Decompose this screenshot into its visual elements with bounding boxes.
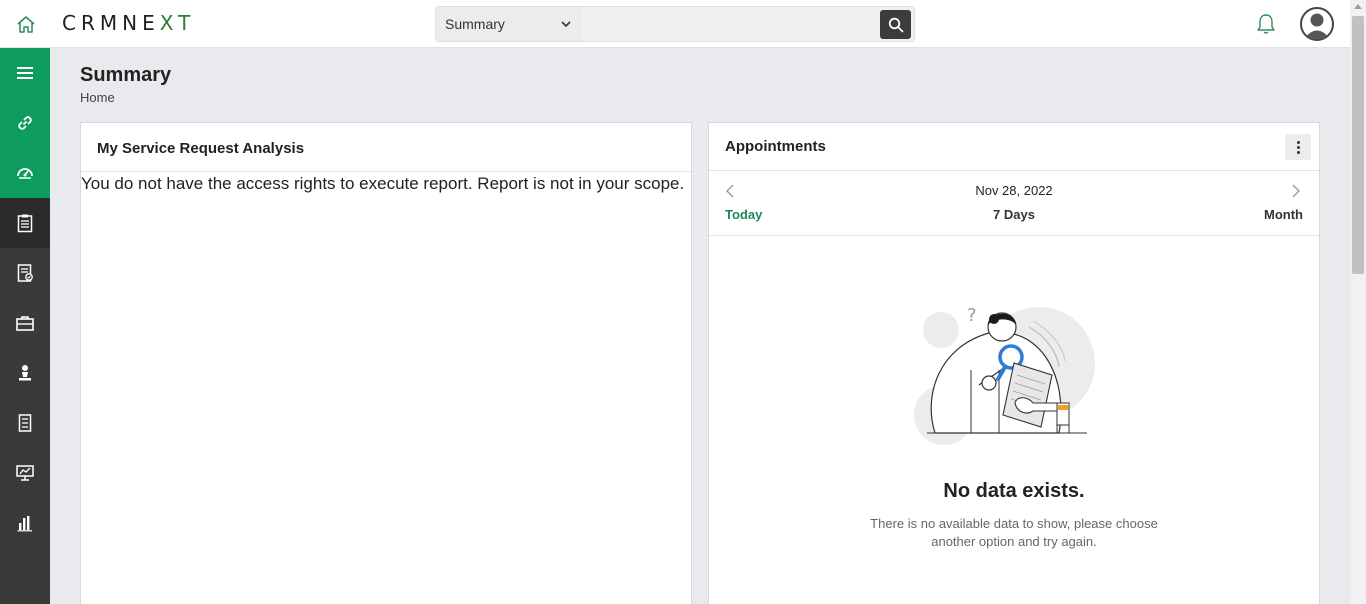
sidebar [0, 48, 50, 604]
sidebar-item-ledger[interactable] [0, 398, 50, 448]
sidebar-item-presentations[interactable] [0, 448, 50, 498]
kebab-dot [1296, 150, 1300, 154]
view-today-tab[interactable]: Today [725, 207, 762, 222]
notifications-bell-icon[interactable] [1255, 12, 1277, 36]
top-bar: CRMNEXT Summary [0, 0, 1350, 48]
search-input[interactable] [584, 7, 878, 41]
card-divider [709, 170, 1319, 171]
empty-state-description: There is no available data to show, plea… [870, 516, 1158, 549]
sidebar-item-menu[interactable] [0, 48, 50, 98]
user-lamp-icon [19, 365, 31, 381]
view-week-wrapper: 7 Days [709, 207, 1319, 222]
bar-chart-icon [17, 516, 32, 532]
user-avatar[interactable] [1300, 7, 1334, 41]
global-search: Summary [435, 6, 915, 42]
access-denied-message: You do not have the access rights to exe… [81, 174, 685, 193]
kebab-dot [1296, 145, 1300, 149]
sidebar-item-links[interactable] [0, 98, 50, 148]
home-icon[interactable] [12, 12, 40, 36]
sidebar-item-analytics[interactable] [0, 498, 50, 548]
calendar-date: Nov 28, 2022 [975, 183, 1053, 198]
sidebar-item-opportunities[interactable] [0, 298, 50, 348]
clipboard-icon [17, 214, 33, 233]
search-button[interactable] [880, 10, 911, 39]
card-divider [81, 171, 691, 172]
appointments-card: Appointments Nov 28, 2022 Today 7 Days M… [708, 122, 1320, 604]
sidebar-item-leads[interactable] [0, 348, 50, 398]
sidebar-item-reports[interactable] [0, 248, 50, 298]
presentation-chart-icon [16, 465, 34, 481]
service-request-analysis-card: My Service Request Analysis You do not h… [80, 122, 692, 604]
no-data-illustration: ? [914, 305, 1095, 445]
scrollbar-thumb[interactable] [1352, 16, 1364, 274]
app-logo: CRMNEXT [62, 11, 196, 35]
view-month-tab[interactable]: Month [1264, 207, 1303, 222]
chevron-down-icon [561, 21, 571, 28]
search-icon [888, 17, 903, 32]
breadcrumb-home[interactable]: Home [80, 90, 115, 105]
more-options-button[interactable] [1285, 134, 1311, 160]
empty-state-title: No data exists. [943, 480, 1085, 502]
svg-text:?: ? [967, 305, 977, 326]
ledger-icon [18, 414, 32, 432]
briefcase-icon [16, 316, 34, 331]
scroll-up-arrow-icon[interactable] [1354, 4, 1362, 9]
menu-icon [17, 67, 33, 79]
card-title: My Service Request Analysis [97, 140, 305, 157]
page-title: Summary [80, 64, 172, 86]
sidebar-item-dashboard[interactable] [0, 148, 50, 198]
search-module-value: Summary [445, 16, 505, 32]
dashboard-icon [17, 168, 33, 179]
sidebar-item-summary[interactable] [0, 198, 50, 248]
view-week-tab[interactable]: 7 Days [993, 207, 1035, 222]
report-list-icon [17, 264, 33, 282]
card-title: Appointments [725, 138, 826, 155]
kebab-dot [1296, 140, 1300, 144]
chevron-left-icon[interactable] [723, 183, 739, 199]
calendar-divider [709, 235, 1319, 236]
search-module-select[interactable]: Summary [436, 7, 582, 41]
user-icon [1304, 13, 1330, 39]
link-icon [18, 116, 32, 130]
page-scrollbar[interactable] [1350, 0, 1366, 604]
chevron-right-icon[interactable] [1287, 183, 1303, 199]
